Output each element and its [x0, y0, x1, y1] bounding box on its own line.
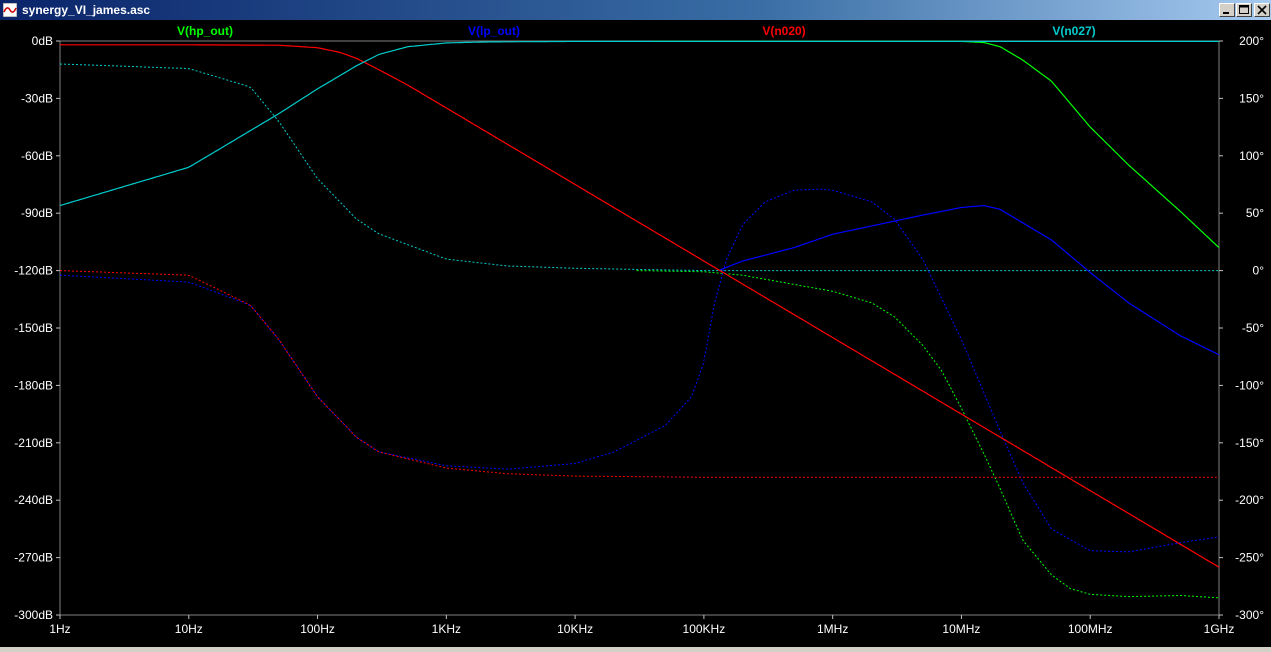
- x-tick-label: 1GHz: [1204, 622, 1235, 636]
- phase-trace: [59, 270, 1219, 478]
- legend-entry[interactable]: V(n027): [1052, 24, 1095, 38]
- close-icon: [1257, 5, 1267, 15]
- y-right-tick-label: 50°: [1246, 206, 1264, 220]
- legend-entry[interactable]: V(n020): [762, 24, 805, 38]
- y-left-tick-label: -60dB: [21, 149, 53, 163]
- y-right-tick-label: 150°: [1239, 91, 1264, 105]
- y-right-tick-label: 200°: [1239, 34, 1264, 48]
- y-left-tick-label: -300dB: [14, 608, 53, 622]
- legend-entry[interactable]: V(hp_out): [177, 24, 233, 38]
- y-axis-left: 0dB -30dB -60dB -90dB -120dB -150dB -180dB -210…: [14, 34, 60, 622]
- x-tick-label: 1Hz: [49, 622, 70, 636]
- phase-trace: [59, 188, 1220, 553]
- waveform-window: synergy_VI_james.asc V(hp_out) V(lp_out) V…: [0, 0, 1271, 649]
- phase-trace: [59, 63, 1219, 272]
- y-left-tick-label: -30dB: [21, 91, 53, 105]
- y-left-tick-label: -90dB: [21, 206, 53, 220]
- magnitude-trace: [60, 44, 1220, 568]
- x-tick-label: 10Hz: [175, 622, 203, 636]
- y-left-tick-label: -240dB: [14, 493, 53, 507]
- minimize-icon: [1223, 12, 1229, 14]
- magnitude-trace: [718, 204, 1220, 356]
- x-tick-label: 1MHz: [817, 622, 848, 636]
- x-tick-label: 100MHz: [1068, 622, 1113, 636]
- y-left-tick-label: -120dB: [14, 264, 53, 278]
- y-left-tick-label: -210dB: [14, 436, 53, 450]
- y-left-tick-label: -180dB: [14, 378, 53, 392]
- x-tick-label: 1KHz: [432, 622, 461, 636]
- y-left-tick-label: 0dB: [32, 34, 53, 48]
- y-left-tick-label: -150dB: [14, 321, 53, 335]
- x-tick-label: 100Hz: [300, 622, 335, 636]
- y-axis-right: 200° 150° 100° 50° 0° -50° -100° -150° -200° -250…: [1219, 34, 1264, 622]
- x-tick-label: 10KHz: [557, 622, 593, 636]
- minimize-button[interactable]: [1219, 3, 1235, 17]
- bode-plot[interactable]: V(hp_out) V(lp_out) V(n020) V(n027) 1Hz 10Hz…: [0, 20, 1271, 647]
- legend-entry[interactable]: V(lp_out): [468, 24, 520, 38]
- legend: V(hp_out) V(lp_out) V(n020) V(n027): [177, 24, 1096, 38]
- y-right-tick-label: 100°: [1239, 149, 1264, 163]
- plot-frame: [59, 40, 1220, 616]
- y-right-tick-label: -250°: [1235, 551, 1264, 565]
- y-right-tick-label: -300°: [1235, 608, 1264, 622]
- phase-trace: [636, 270, 1220, 599]
- traces: [59, 40, 1220, 599]
- window-title: synergy_VI_james.asc: [22, 3, 151, 17]
- x-tick-label: 100KHz: [683, 622, 726, 636]
- y-right-tick-label: 0°: [1253, 264, 1265, 278]
- y-right-tick-label: -100°: [1235, 378, 1264, 392]
- y-right-tick-label: -200°: [1235, 493, 1264, 507]
- magnitude-trace: [59, 40, 1219, 207]
- y-right-tick-label: -150°: [1235, 436, 1264, 450]
- close-button[interactable]: [1254, 3, 1270, 17]
- maximize-icon: [1239, 5, 1249, 14]
- y-left-tick-label: -270dB: [14, 551, 53, 565]
- plot-pane[interactable]: V(hp_out) V(lp_out) V(n020) V(n027) 1Hz 10Hz…: [0, 20, 1271, 647]
- x-tick-label: 10MHz: [942, 622, 980, 636]
- magnitude-trace: [652, 40, 1220, 249]
- title-bar[interactable]: synergy_VI_james.asc: [0, 0, 1271, 20]
- x-axis: 1Hz 10Hz 100Hz 1KHz 10KHz 100KHz 1MHz 10MHz 100M…: [49, 615, 1234, 636]
- maximize-button[interactable]: [1236, 3, 1252, 17]
- y-right-tick-label: -50°: [1242, 321, 1264, 335]
- waveform-app-icon: [3, 3, 17, 17]
